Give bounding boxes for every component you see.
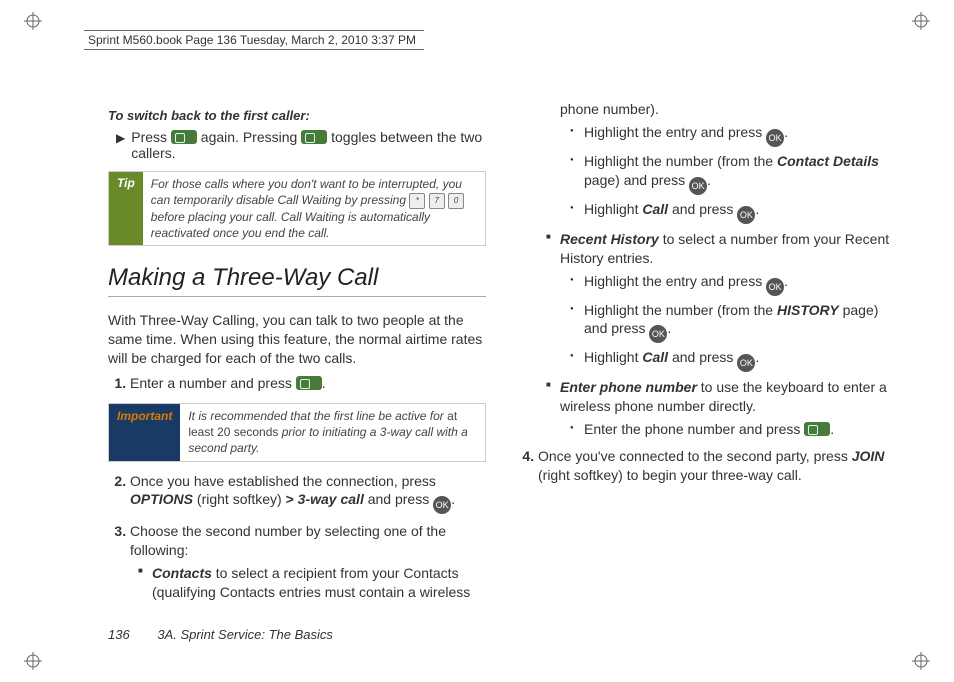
sub-item: Highlight Call and press OK. [570,200,894,224]
tip-callout: Tip For those calls where you don't want… [108,171,486,246]
key-icon: 0 [448,193,464,209]
important-callout: Important It is recommended that the fir… [108,403,486,462]
sub-item: Highlight the entry and press OK. [570,272,894,296]
page-content: To switch back to the first caller: ▶ Pr… [108,100,894,612]
ok-key-icon: OK [433,496,451,514]
crop-mark-icon [24,652,42,670]
page-header: Sprint M560.book Page 136 Tuesday, March… [84,30,424,50]
crop-mark-icon [912,12,930,30]
option-recent-history: Recent History to select a number from y… [546,230,894,373]
footer-title: 3A. Sprint Service: The Basics [157,627,333,642]
switch-back-heading: To switch back to the first caller: [108,108,486,123]
step-2: Once you have established the connection… [130,472,486,515]
ok-key-icon: OK [766,129,784,147]
ok-key-icon: OK [766,278,784,296]
tip-body: For those calls where you don't want to … [143,172,485,245]
step-1: Enter a number and press . Important It … [130,374,486,461]
tip-label: Tip [109,172,143,245]
option-enter-phone: Enter phone number to use the keyboard t… [546,378,894,439]
instruction-text: Press again. Pressing toggles between th… [131,129,486,161]
ok-key-icon: OK [737,206,755,224]
crop-mark-icon [912,652,930,670]
intro-paragraph: With Three-Way Calling, you can talk to … [108,311,486,368]
sub-item: Highlight Call and press OK. [570,348,894,372]
ok-key-icon: OK [649,325,667,343]
section-title: Making a Three-Way Call [108,264,486,297]
ok-key-icon: OK [737,354,755,372]
ok-key-icon: OK [689,177,707,195]
sub-item: Enter the phone number and press . [570,420,894,439]
crop-mark-icon [24,12,42,30]
talk-key-icon [296,376,322,390]
talk-key-icon [804,422,830,436]
key-icon: * [409,193,425,209]
talk-key-icon [171,130,197,144]
instruction-row: ▶ Press again. Pressing toggles between … [116,129,486,161]
sub-item: Highlight the number (from the Contact D… [570,152,894,195]
page-number: 136 [108,627,130,642]
talk-key-icon [301,130,327,144]
key-icon: 7 [429,193,445,209]
sub-item: Highlight the number (from the HISTORY p… [570,301,894,344]
sub-item: Highlight the entry and press OK. [570,123,894,147]
bullet-arrow-icon: ▶ [116,129,125,147]
important-label: Important [109,404,180,461]
page-footer: 136 3A. Sprint Service: The Basics [108,627,333,642]
important-body: It is recommended that the first line be… [180,404,485,461]
step-4: Once you've connected to the second part… [538,447,894,485]
